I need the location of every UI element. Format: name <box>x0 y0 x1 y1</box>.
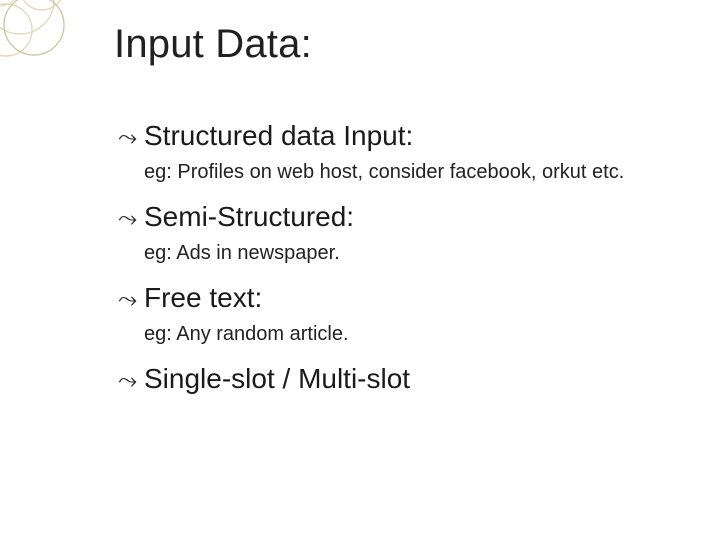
bullet-item: ⤳ Structured data Input: <box>118 118 660 153</box>
bullet-label: Single-slot / Multi-slot <box>144 361 410 396</box>
bullet-arrow-icon: ⤳ <box>118 126 144 150</box>
bullet-item: ⤳ Semi-Structured: <box>118 199 660 234</box>
slide-title: Input Data: <box>114 22 312 67</box>
bullet-arrow-icon: ⤳ <box>118 207 144 231</box>
slide: Input Data: ⤳ Structured data Input: eg:… <box>0 0 720 540</box>
bullet-arrow-icon: ⤳ <box>118 288 144 312</box>
bullet-label: Structured data Input: <box>144 118 413 153</box>
bullet-label: Free text: <box>144 280 262 315</box>
slide-body: ⤳ Structured data Input: eg: Profiles on… <box>118 118 660 396</box>
bullet-subtext: eg: Profiles on web host, consider faceb… <box>144 159 660 185</box>
bullet-subtext: eg: Ads in newspaper. <box>144 240 660 266</box>
bullet-item: ⤳ Free text: <box>118 280 660 315</box>
bullet-arrow-icon: ⤳ <box>118 369 144 393</box>
bullet-subtext: eg: Any random article. <box>144 321 660 347</box>
corner-decoration <box>0 0 80 80</box>
bullet-item: ⤳ Single-slot / Multi-slot <box>118 361 660 396</box>
bullet-label: Semi-Structured: <box>144 199 354 234</box>
